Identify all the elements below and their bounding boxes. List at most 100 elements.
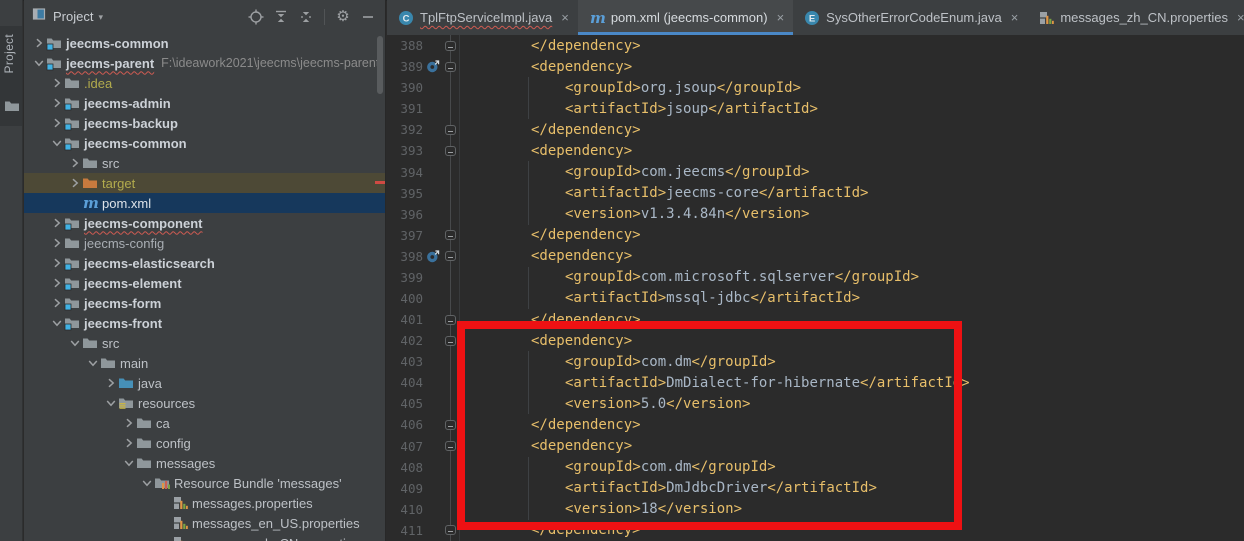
expand-all-icon[interactable] <box>272 8 290 26</box>
tree-item-messages-zh-cn-properties[interactable]: messages_zh_CN.properties <box>24 533 385 541</box>
code-editor[interactable]: 388 </dependency> 389 <dependency> 390 <group… <box>387 35 1244 541</box>
chevron-down-icon[interactable] <box>140 476 154 490</box>
tree-item-resources[interactable]: resources <box>24 393 385 413</box>
chevron-down-icon[interactable] <box>122 456 136 470</box>
code-line-388[interactable]: 388 </dependency> <box>387 35 1244 57</box>
code-line-404[interactable]: 404 <artifactId>DmDialect-for-hibernate</… <box>387 372 1244 394</box>
chevron-down-icon[interactable] <box>86 356 100 370</box>
tree-item--idea[interactable]: .idea <box>24 73 385 93</box>
chevron-collapsed[interactable] <box>49 216 64 230</box>
code-line-410[interactable]: 410 <version>18</version> <box>387 498 1244 520</box>
fold-marker-icon[interactable] <box>445 61 456 72</box>
tree-item-target[interactable]: target <box>24 173 385 193</box>
code-line-391[interactable]: 391 <artifactId>jsoup</artifactId> <box>387 98 1244 120</box>
fold-marker-icon[interactable] <box>445 124 456 135</box>
code-line-394[interactable]: 394 <groupId>com.jeecms</groupId> <box>387 161 1244 183</box>
chevron-collapsed[interactable] <box>49 96 64 110</box>
chevron-down-icon[interactable] <box>104 396 118 410</box>
settings-gear-icon[interactable]: ⚙ <box>334 8 352 26</box>
code-line-389[interactable]: 389 <dependency> <box>387 56 1244 78</box>
close-icon[interactable]: × <box>561 10 569 25</box>
chevron-right-icon[interactable] <box>68 176 82 190</box>
fold-marker-icon[interactable] <box>445 314 456 325</box>
chevron-right-icon[interactable] <box>50 216 64 230</box>
code-line-399[interactable]: 399 <groupId>com.microsoft.sqlserver</gro… <box>387 266 1244 289</box>
tree-item-jeecms-common[interactable]: jeecms-common <box>24 133 385 153</box>
fold-marker-icon[interactable] <box>445 145 456 156</box>
project-panel-title[interactable]: Project <box>53 9 93 24</box>
tree-item-java[interactable]: java <box>24 373 385 393</box>
chevron-right-icon[interactable] <box>50 276 64 290</box>
chevron-collapsed[interactable] <box>103 376 118 390</box>
chevron-expanded[interactable] <box>121 456 136 470</box>
tree-item-main[interactable]: main <box>24 353 385 373</box>
chevron-down-icon[interactable] <box>50 316 64 330</box>
maven-dependency-gutter-icon[interactable] <box>426 249 440 264</box>
code-line-408[interactable]: 408 <groupId>com.dm</groupId> <box>387 456 1244 478</box>
tree-item-messages-properties[interactable]: messages.properties <box>24 493 385 513</box>
chevron-expanded[interactable] <box>85 356 100 370</box>
chevron-right-icon[interactable] <box>104 376 118 390</box>
chevron-right-icon[interactable] <box>50 296 64 310</box>
code-line-390[interactable]: 390 <groupId>org.jsoup</groupId> <box>387 77 1244 99</box>
chevron-collapsed[interactable] <box>67 176 82 190</box>
chevron-right-icon[interactable] <box>50 96 64 110</box>
tree-item-src[interactable]: src <box>24 153 385 173</box>
project-toolwindow-vertical-label[interactable]: Project <box>2 34 20 73</box>
tree-item-jeecms-config[interactable]: jeecms-config <box>24 233 385 253</box>
tree-item-jeecms-form[interactable]: jeecms-form <box>24 293 385 313</box>
tab-pom-xml-jeecms-common-[interactable]: m pom.xml (jeecms-common) × <box>577 0 794 35</box>
code-line-397[interactable]: 397 </dependency> <box>387 224 1244 246</box>
chevron-right-icon[interactable] <box>50 116 64 130</box>
chevron-right-icon[interactable] <box>122 416 136 430</box>
chevron-expanded[interactable] <box>49 316 64 330</box>
tree-item-jeecms-element[interactable]: jeecms-element <box>24 273 385 293</box>
tree-item-jeecms-component[interactable]: jeecms-component <box>24 213 385 233</box>
code-line-411[interactable]: 411 </dependency> <box>387 519 1244 541</box>
chevron-collapsed[interactable] <box>49 276 64 290</box>
chevron-collapsed[interactable] <box>49 256 64 270</box>
tree-item-jeecms-elasticsearch[interactable]: jeecms-elasticsearch <box>24 253 385 273</box>
fold-marker-icon[interactable] <box>445 230 456 241</box>
collapse-all-icon[interactable] <box>297 8 315 26</box>
close-icon[interactable]: × <box>777 10 785 25</box>
folder-icon[interactable] <box>4 98 20 119</box>
tree-item-messages-en-us-properties[interactable]: messages_en_US.properties <box>24 513 385 533</box>
tab-tplftpserviceimpl-java[interactable]: C TplFtpServiceImpl.java × <box>387 0 578 35</box>
code-line-395[interactable]: 395 <artifactId>jeecms-core</artifactId> <box>387 182 1244 204</box>
code-line-407[interactable]: 407 <dependency> <box>387 435 1244 457</box>
tree-item-src[interactable]: src <box>24 333 385 353</box>
code-line-403[interactable]: 403 <groupId>com.dm</groupId> <box>387 351 1244 373</box>
maven-dependency-gutter-icon[interactable] <box>426 59 440 74</box>
close-icon[interactable]: × <box>1237 10 1244 25</box>
code-line-401[interactable]: 401 </dependency> <box>387 309 1244 331</box>
chevron-right-icon[interactable] <box>68 156 82 170</box>
code-line-396[interactable]: 396 <version>v1.3.4.84n</version> <box>387 203 1244 225</box>
chevron-right-icon[interactable] <box>50 256 64 270</box>
chevron-collapsed[interactable] <box>121 436 136 450</box>
code-line-398[interactable]: 398 <dependency> <box>387 245 1244 267</box>
tree-item-jeecms-parent[interactable]: jeecms-parent F:\ideawork2021\jeecms\jeec… <box>24 53 385 73</box>
code-line-400[interactable]: 400 <artifactId>mssql-jdbc</artifactId> <box>387 287 1244 310</box>
folder-icon[interactable] <box>4 98 20 114</box>
chevron-collapsed[interactable] <box>121 416 136 430</box>
code-line-405[interactable]: 405 <version>5.0</version> <box>387 393 1244 415</box>
tree-item-jeecms-admin[interactable]: jeecms-admin <box>24 93 385 113</box>
tree-item-config[interactable]: config <box>24 433 385 453</box>
tree-item-ca[interactable]: ca <box>24 413 385 433</box>
chevron-expanded[interactable] <box>103 396 118 410</box>
chevron-collapsed[interactable] <box>67 156 82 170</box>
fold-marker-icon[interactable] <box>445 40 456 51</box>
chevron-collapsed[interactable] <box>31 36 46 50</box>
chevron-collapsed[interactable] <box>49 296 64 310</box>
chevron-right-icon[interactable] <box>32 36 46 50</box>
tree-item-jeecms-backup[interactable]: jeecms-backup <box>24 113 385 133</box>
chevron-collapsed[interactable] <box>49 116 64 130</box>
chevron-right-icon[interactable] <box>122 436 136 450</box>
code-line-402[interactable]: 402 <dependency> <box>387 330 1244 352</box>
fold-marker-icon[interactable] <box>445 251 456 262</box>
close-icon[interactable]: × <box>1011 10 1019 25</box>
chevron-expanded[interactable] <box>31 56 46 70</box>
chevron-right-icon[interactable] <box>50 236 64 250</box>
hide-panel-icon[interactable] <box>359 8 377 26</box>
